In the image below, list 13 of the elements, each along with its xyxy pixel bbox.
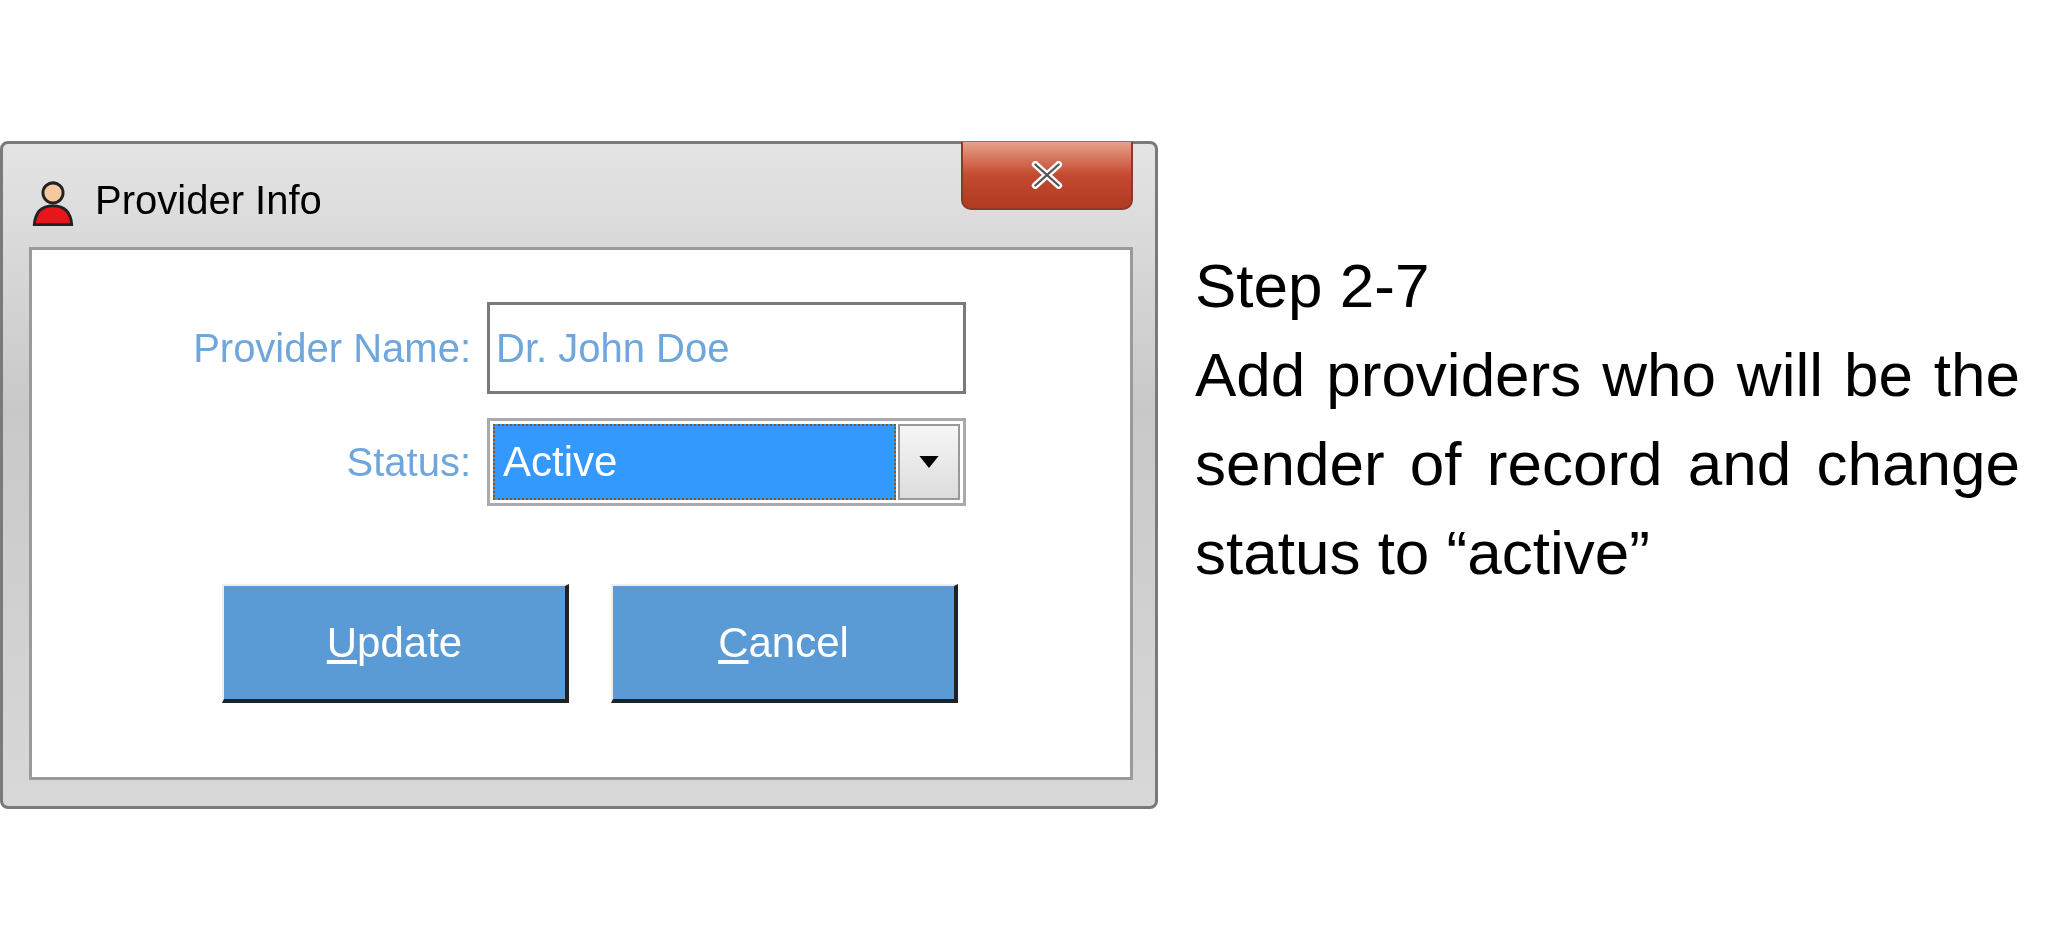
provider-name-label: Provider Name: xyxy=(192,325,472,371)
person-icon xyxy=(31,180,75,226)
dropdown-arrow-icon xyxy=(919,456,939,468)
status-label: Status: xyxy=(345,439,472,485)
window-title: Provider Info xyxy=(95,178,322,223)
cancel-button[interactable]: Cancel xyxy=(611,584,958,703)
step-description: Add providers who will be the sender of record and change status to “active” xyxy=(1195,339,2020,589)
close-button[interactable] xyxy=(961,142,1133,210)
close-icon xyxy=(1029,161,1065,189)
update-button[interactable]: Update xyxy=(222,584,569,703)
provider-name-field[interactable]: Dr. John Doe xyxy=(487,302,966,394)
step-heading: Step 2-7 xyxy=(1195,250,1431,322)
status-dropdown[interactable]: Active xyxy=(487,418,966,506)
